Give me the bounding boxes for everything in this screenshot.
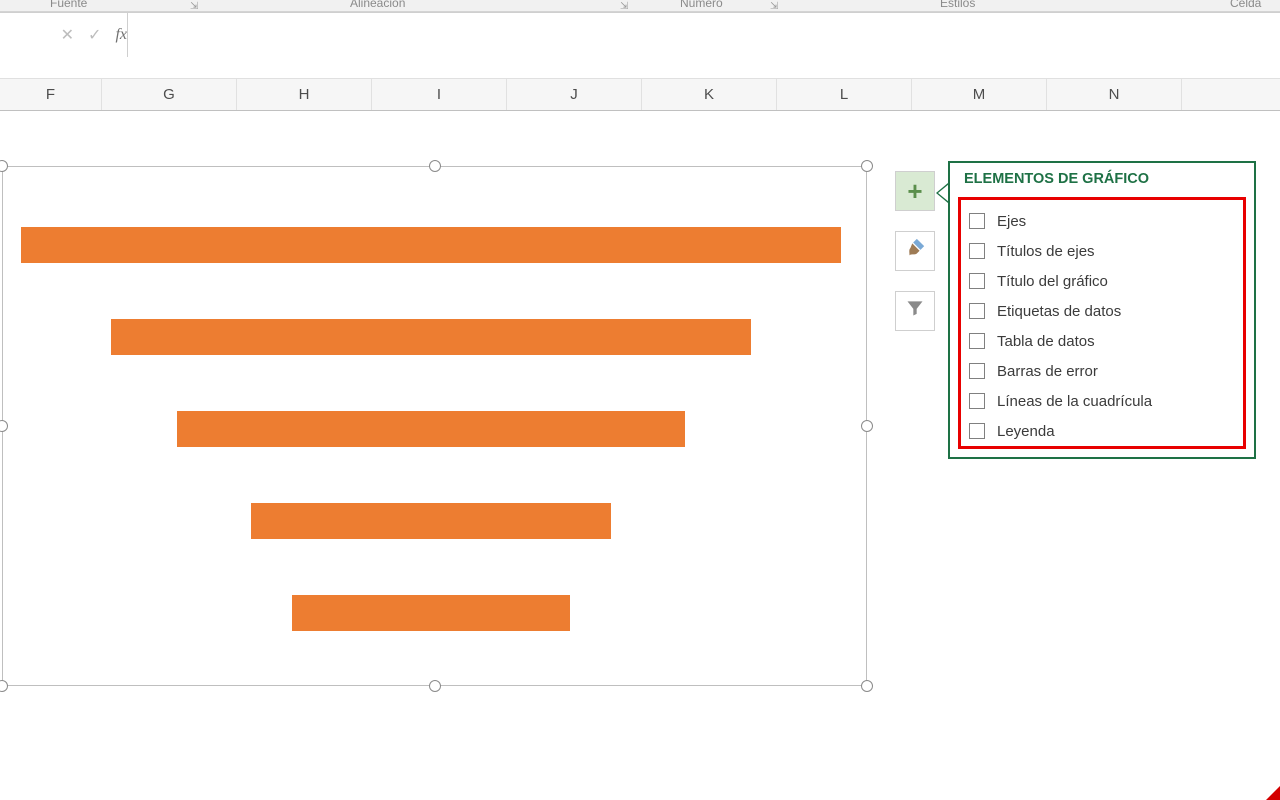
ribbon-group-labels: Fuente Alineación Número Estilos Celda <box>0 0 1280 12</box>
dialog-launcher-icon[interactable] <box>190 0 200 8</box>
option-label: Título del gráfico <box>997 273 1108 290</box>
checkbox-icon[interactable] <box>969 243 985 259</box>
resize-handle[interactable] <box>861 680 873 692</box>
column-header[interactable]: M <box>912 79 1047 110</box>
embedded-chart[interactable] <box>2 166 867 686</box>
option-label: Etiquetas de datos <box>997 303 1121 320</box>
dialog-launcher-icon[interactable] <box>620 0 630 8</box>
column-headers: F G H I J K L M N <box>0 79 1280 111</box>
annotation-mark <box>1266 786 1280 800</box>
option-label: Líneas de la cuadrícula <box>997 393 1152 410</box>
resize-handle[interactable] <box>429 160 441 172</box>
chart-element-option[interactable]: Títulos de ejes <box>969 236 1235 266</box>
chart-element-option[interactable]: Título del gráfico <box>969 266 1235 296</box>
formula-input[interactable] <box>128 12 1280 57</box>
bar-series[interactable] <box>251 503 612 539</box>
plus-icon: + <box>907 176 922 207</box>
option-label: Tabla de datos <box>997 333 1095 350</box>
chart-elements-flyout: ELEMENTOS DE GRÁFICO Ejes Títulos de ejes… <box>948 161 1256 459</box>
chart-element-option[interactable]: Barras de error <box>969 356 1235 386</box>
column-header[interactable]: N <box>1047 79 1182 110</box>
formula-bar: ✕ ✓ fx <box>0 12 1280 57</box>
resize-handle[interactable] <box>0 420 8 432</box>
resize-handle[interactable] <box>861 420 873 432</box>
chart-filters-button[interactable] <box>895 291 935 331</box>
checkbox-icon[interactable] <box>969 423 985 439</box>
option-label: Barras de error <box>997 363 1098 380</box>
ribbon-group-celdas: Celda <box>1230 0 1261 10</box>
bar-series[interactable] <box>21 227 841 263</box>
bar-series[interactable] <box>292 595 571 631</box>
ribbon-group-estilos: Estilos <box>940 0 975 10</box>
chart-element-option[interactable]: Leyenda <box>969 416 1235 446</box>
option-label: Leyenda <box>997 423 1055 440</box>
ribbon-group-alineacion: Alineación <box>350 0 405 10</box>
option-label: Ejes <box>997 213 1026 230</box>
chart-element-option[interactable]: Etiquetas de datos <box>969 296 1235 326</box>
flyout-title: ELEMENTOS DE GRÁFICO <box>950 163 1254 191</box>
funnel-icon <box>905 298 925 324</box>
dialog-launcher-icon[interactable] <box>770 0 780 8</box>
option-label: Títulos de ejes <box>997 243 1095 260</box>
chart-element-option[interactable]: Ejes <box>969 206 1235 236</box>
enter-icon[interactable]: ✓ <box>88 25 101 45</box>
checkbox-icon[interactable] <box>969 213 985 229</box>
column-header[interactable]: G <box>102 79 237 110</box>
column-header[interactable]: J <box>507 79 642 110</box>
column-header[interactable]: H <box>237 79 372 110</box>
column-header[interactable]: L <box>777 79 912 110</box>
checkbox-icon[interactable] <box>969 393 985 409</box>
bar-series[interactable] <box>111 319 751 355</box>
checkbox-icon[interactable] <box>969 273 985 289</box>
chart-element-option[interactable]: Líneas de la cuadrícula <box>969 386 1235 416</box>
fx-icon[interactable]: fx <box>115 26 127 44</box>
chart-element-option[interactable]: Tabla de datos <box>969 326 1235 356</box>
plot-area[interactable] <box>21 195 848 657</box>
resize-handle[interactable] <box>429 680 441 692</box>
ribbon-group-numero: Número <box>680 0 723 10</box>
chart-elements-button[interactable]: + <box>895 171 935 211</box>
resize-handle[interactable] <box>0 160 8 172</box>
chart-styles-button[interactable] <box>895 231 935 271</box>
resize-handle[interactable] <box>0 680 8 692</box>
worksheet-area[interactable]: + ELEMENTOS DE GRÁFICO Ejes Títulos de ej… <box>0 111 1280 800</box>
checkbox-icon[interactable] <box>969 363 985 379</box>
checkbox-icon[interactable] <box>969 303 985 319</box>
flyout-items-highlight: Ejes Títulos de ejes Título del gráfico Eti… <box>958 197 1246 449</box>
checkbox-icon[interactable] <box>969 333 985 349</box>
cancel-icon[interactable]: ✕ <box>61 25 74 45</box>
column-header[interactable]: F <box>0 79 102 110</box>
column-header[interactable]: I <box>372 79 507 110</box>
ribbon-group-fuente: Fuente <box>50 0 87 10</box>
bar-series[interactable] <box>177 411 685 447</box>
spacer <box>0 57 1280 79</box>
resize-handle[interactable] <box>861 160 873 172</box>
column-header[interactable]: K <box>642 79 777 110</box>
paintbrush-icon <box>904 237 926 265</box>
